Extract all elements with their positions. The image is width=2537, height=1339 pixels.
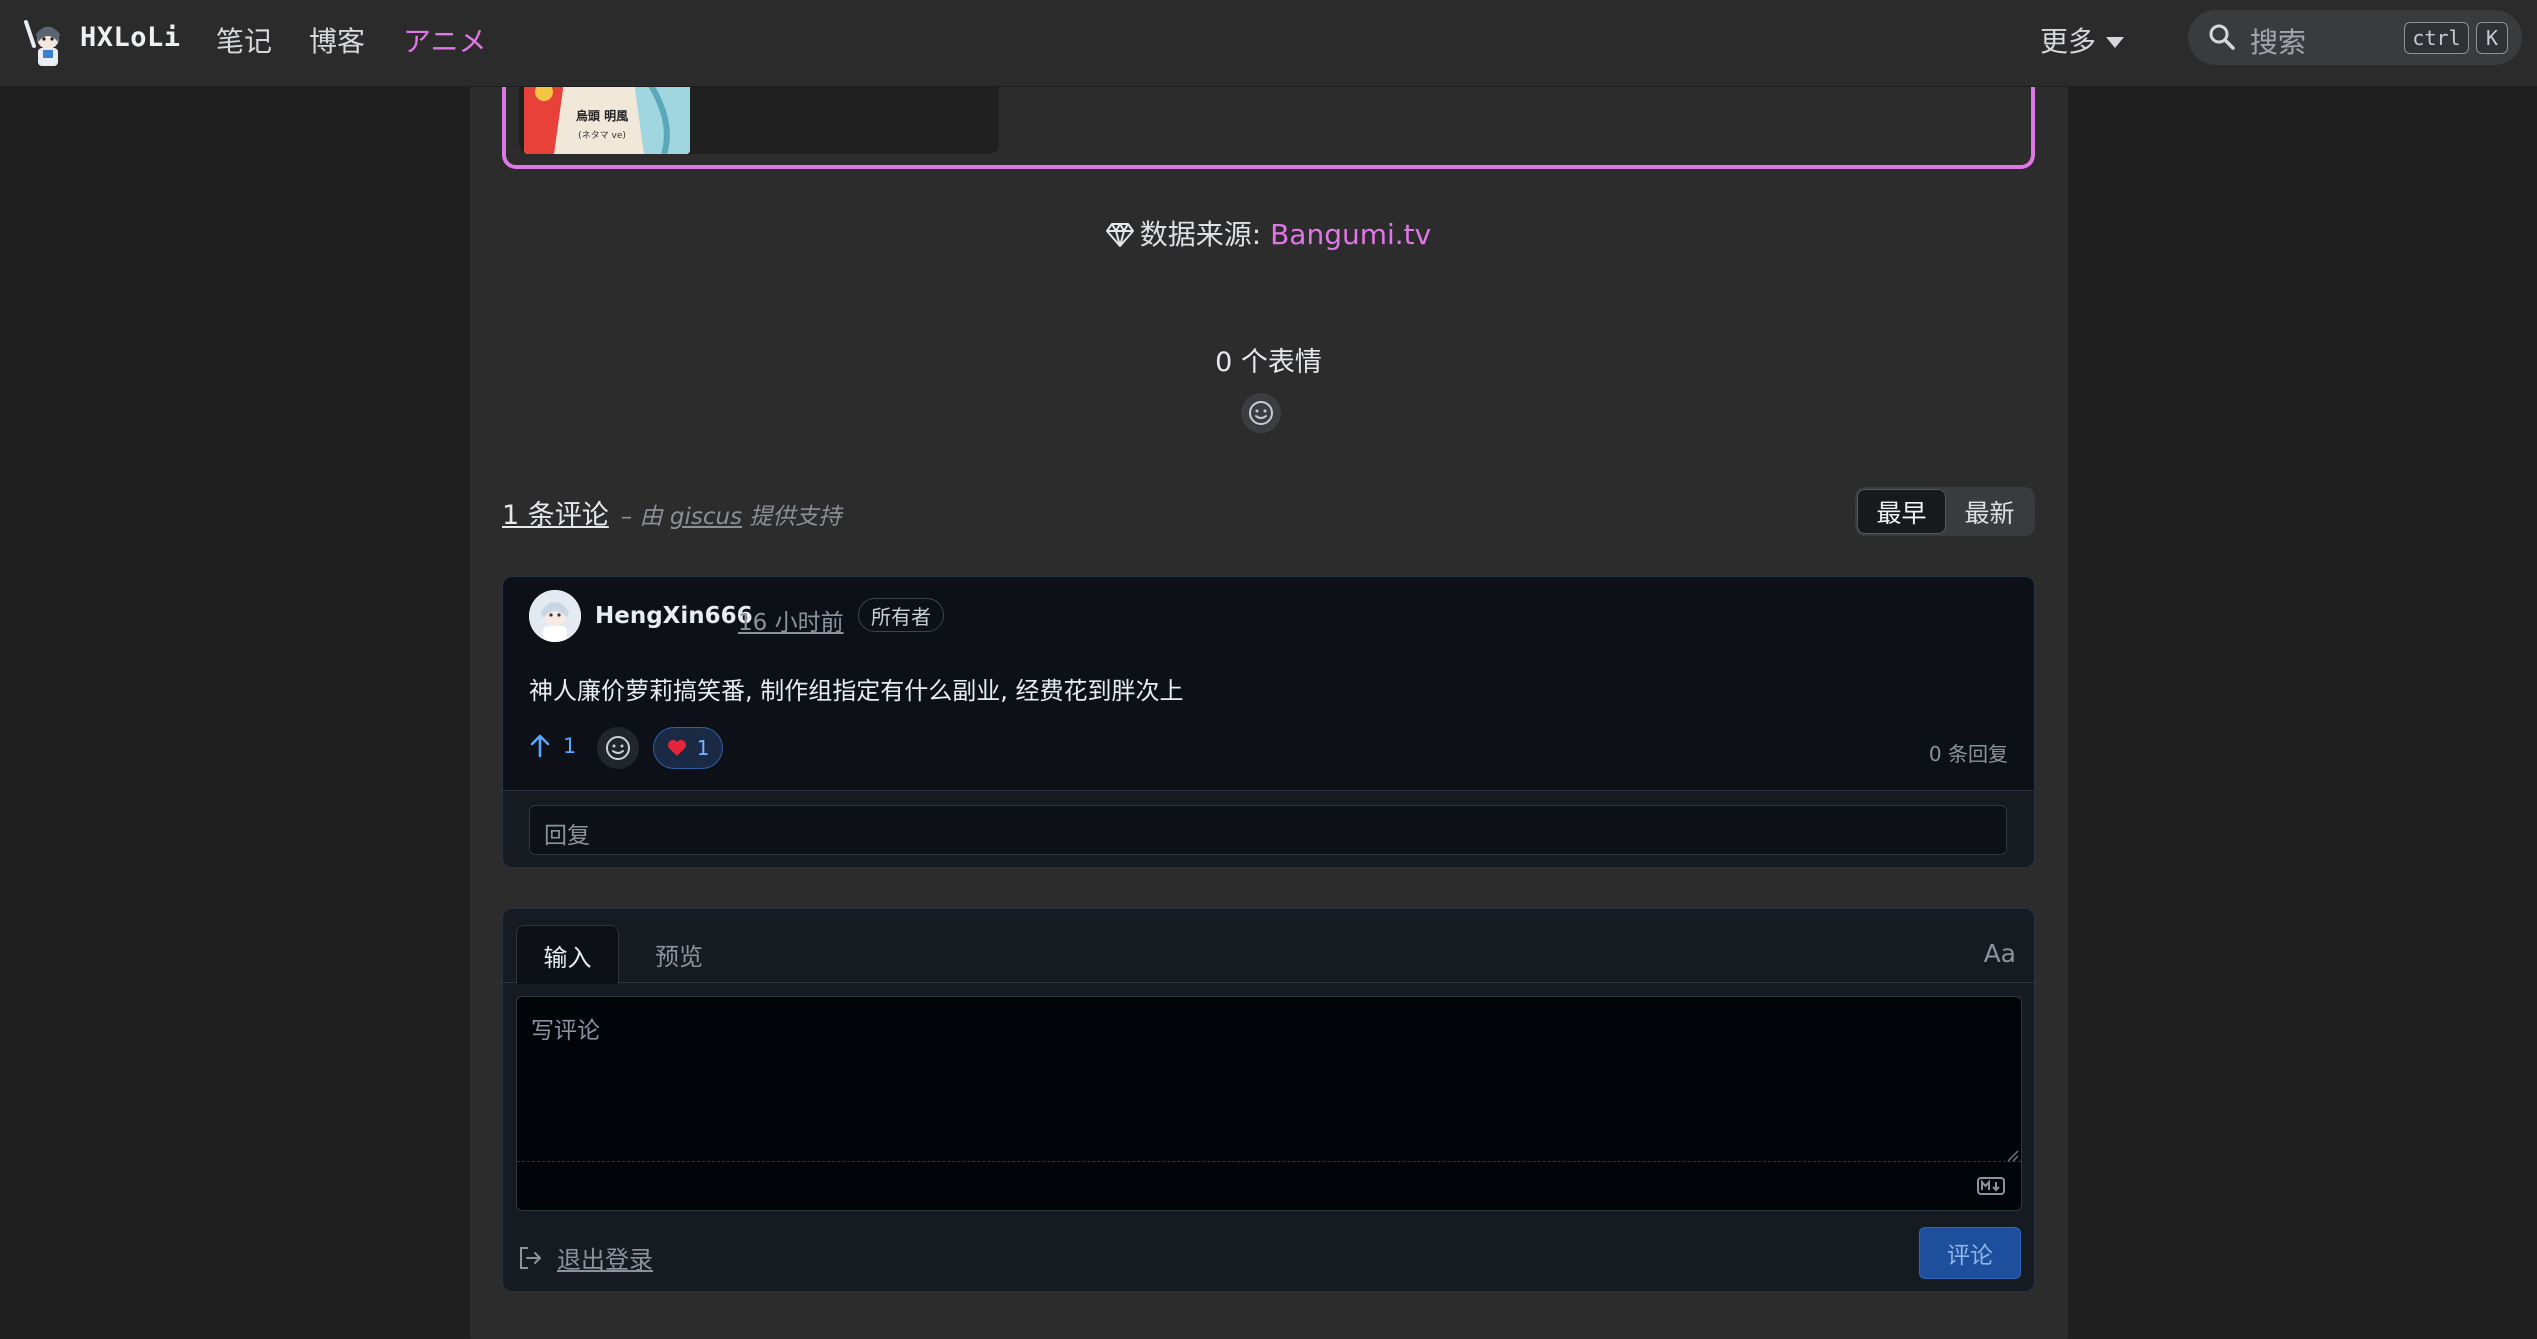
sort-oldest-button[interactable]: 最早 <box>1857 489 1946 534</box>
data-source-line: 数据来源: Bangumi.tv <box>0 213 2537 255</box>
nav-link-blog[interactable]: 博客 <box>309 20 365 60</box>
upvote-count: 1 <box>563 734 577 758</box>
site-logo[interactable] <box>18 16 70 68</box>
reply-input[interactable]: 回复 <box>529 805 2007 855</box>
chevron-down-icon <box>2106 36 2125 48</box>
format-toggle-button[interactable]: Aa <box>1984 939 2016 968</box>
sign-out-icon <box>520 1246 541 1269</box>
reaction-count: 0 个表情 <box>1215 347 1322 378</box>
more-label: 更多 <box>2040 25 2097 58</box>
add-comment-reaction-button[interactable] <box>597 727 639 769</box>
resize-handle-icon[interactable] <box>2005 1147 2019 1166</box>
search-icon <box>2208 23 2236 55</box>
powered-by-prefix: – 由 <box>620 504 670 530</box>
search-box[interactable]: 搜索 ctrl K <box>2188 10 2522 65</box>
comment-body: 神人廉价萝莉搞笑番, 制作组指定有什么副业, 经费花到胖次上 <box>529 677 1184 705</box>
smiley-icon <box>606 736 630 760</box>
comment-placeholder: 写评论 <box>531 1018 600 1044</box>
textarea-divider <box>517 1161 2021 1162</box>
bangumi-link[interactable]: Bangumi.tv <box>1270 218 1431 251</box>
top-nav: HXLoLi 笔记 博客 アニメ 更多 搜索 ctrl K <box>0 0 2537 87</box>
reply-count: 0 条回复 <box>1928 742 2008 766</box>
anime-cover-image[interactable]: 烏頭 明風 (ネタマ ve) <box>524 82 690 154</box>
comment-card: HengXin666 16 小时前 所有者 神人廉价萝莉搞笑番, 制作组指定有什… <box>502 576 2035 868</box>
tab-preview[interactable]: 预览 <box>643 925 715 984</box>
nav-link-notes[interactable]: 笔记 <box>216 20 272 60</box>
powered-by-suffix: 提供支持 <box>742 504 842 530</box>
logout-link[interactable]: 退出登录 <box>517 1240 653 1275</box>
comment-count-link[interactable]: 1 条评论 <box>502 500 609 531</box>
search-placeholder: 搜索 <box>2250 26 2307 59</box>
arrow-up-icon <box>530 734 550 758</box>
cover-title-text: 烏頭 明風 <box>576 108 628 123</box>
gem-icon <box>1105 222 1134 255</box>
comments-header: 1 条评论 – 由 giscus 提供支持 <box>502 493 841 532</box>
data-source-label: 数据来源: <box>1139 218 1271 251</box>
comment-timestamp[interactable]: 16 小时前 <box>738 603 844 637</box>
reply-bar: 回复 <box>503 790 2034 867</box>
avatar[interactable] <box>529 590 581 642</box>
giscus-link[interactable]: giscus <box>670 504 742 530</box>
heart-count: 1 <box>696 736 710 760</box>
markdown-icon <box>1977 1177 2005 1199</box>
smiley-icon <box>1249 401 1273 425</box>
powered-by: – 由 giscus 提供支持 <box>621 504 842 530</box>
add-reaction-button[interactable] <box>1241 393 1281 433</box>
shortcut-key-k: K <box>2476 22 2508 54</box>
logo-icon <box>18 16 70 68</box>
editor-tabs: 输入 预览 Aa <box>503 909 2034 984</box>
heart-icon <box>667 740 686 756</box>
brand-name[interactable]: HXLoLi <box>80 22 181 53</box>
sort-newest-button[interactable]: 最新 <box>1946 489 2033 534</box>
nav-link-anime[interactable]: アニメ <box>403 20 486 60</box>
sort-toggle: 最早 最新 <box>1855 487 2035 536</box>
comment-textarea[interactable]: 写评论 <box>516 996 2022 1211</box>
more-menu[interactable]: 更多 <box>2040 20 2125 60</box>
comment-editor: 输入 预览 Aa 写评论 退出登录 评论 <box>502 908 2035 1292</box>
owner-badge: 所有者 <box>858 598 944 632</box>
submit-comment-button[interactable]: 评论 <box>1919 1227 2021 1279</box>
comment-author[interactable]: HengXin666 <box>595 603 753 629</box>
tab-write[interactable]: 输入 <box>516 925 619 984</box>
logout-label: 退出登录 <box>557 1246 653 1274</box>
shortcut-key-ctrl: ctrl <box>2404 22 2469 54</box>
heart-reaction-button[interactable]: 1 <box>653 727 723 769</box>
upvote-button[interactable]: 1 <box>529 734 576 758</box>
cover-subtitle-text: (ネタマ ve) <box>578 130 626 141</box>
